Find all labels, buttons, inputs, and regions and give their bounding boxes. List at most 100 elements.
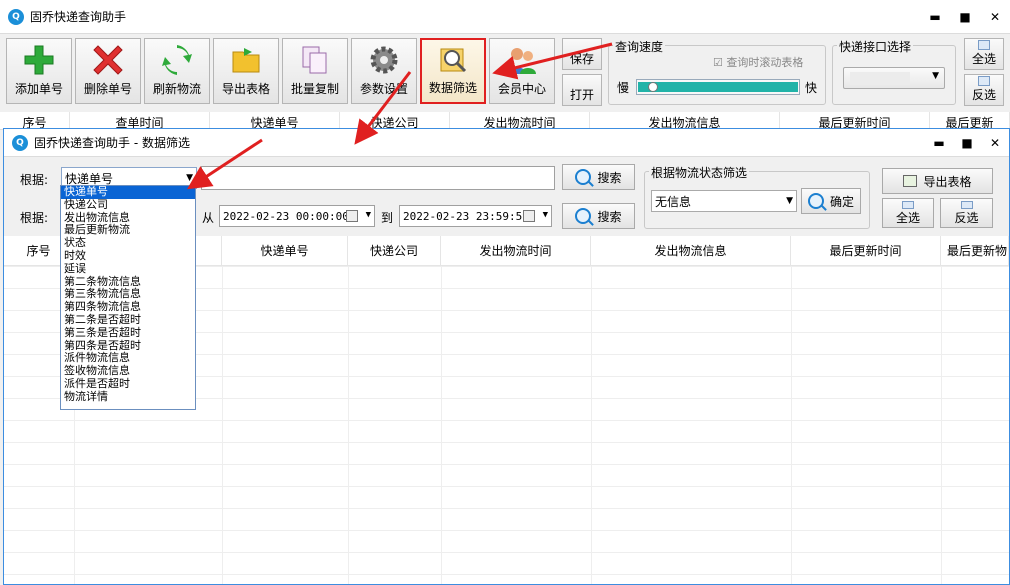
date-from-picker[interactable]: 2022-02-23 00:00:00 ▼: [219, 205, 375, 227]
query-speed-label: 查询速度: [613, 38, 666, 55]
keyword-input[interactable]: [201, 166, 555, 190]
from-label: 从: [202, 211, 215, 225]
table-icon: [902, 200, 914, 209]
grid-column-line: [791, 266, 792, 584]
status-value: 无信息: [655, 194, 692, 209]
basis-field-dropdown-list[interactable]: 快递单号 快递公司 发出物流信息 最后更新物流 状态 时效 延误 第二条物流信息 第三条物流信息…: [60, 185, 196, 410]
batch-copy-label: 批量复制: [290, 82, 339, 96]
dropdown-option[interactable]: 物流详情: [61, 390, 195, 404]
export-table-label: 导出表格: [221, 82, 270, 96]
dialog-invert-button[interactable]: 反选: [940, 198, 993, 228]
maximize-icon[interactable]: ■: [950, 0, 980, 34]
chevron-down-icon: ▼: [786, 196, 793, 206]
app-title: 固乔快递查询助手: [30, 10, 127, 24]
member-center-button[interactable]: 会员中心: [489, 38, 555, 104]
table-icon: [960, 200, 973, 209]
dropdown-option[interactable]: 派件是否超时: [61, 377, 195, 391]
table-icon: [978, 76, 990, 86]
basis-label-1: 根据:: [20, 173, 49, 187]
dropdown-option[interactable]: 第二条是否超时: [61, 313, 195, 327]
column-header[interactable]: 发出物流信息: [591, 236, 791, 265]
basis-field-value: 快递单号: [65, 171, 114, 186]
calendar-icon[interactable]: [523, 210, 535, 222]
to-label: 到: [381, 211, 394, 225]
grid-column-line: [348, 266, 349, 584]
chevron-down-icon: ▼: [365, 210, 371, 220]
column-header[interactable]: 最后更新物: [941, 236, 1009, 265]
api-select-dropdown[interactable]: ▼: [843, 67, 945, 89]
dialog-invert-label: 反选: [954, 210, 979, 225]
dropdown-option[interactable]: 第三条是否超时: [61, 326, 195, 340]
close-icon[interactable]: ✕: [980, 0, 1010, 34]
save-label: 保存: [569, 52, 594, 66]
open-label: 打开: [569, 88, 594, 102]
column-header[interactable]: 快递单号: [222, 236, 348, 265]
dropdown-option[interactable]: 延误: [61, 262, 195, 276]
confirm-button[interactable]: 确定: [801, 188, 861, 214]
grid-row-line: [4, 508, 1009, 509]
export-table-button[interactable]: 导出表格: [213, 38, 279, 104]
invert-select-label: 反选: [971, 88, 996, 102]
calendar-icon[interactable]: [346, 210, 358, 222]
app-logo-icon: Q: [12, 134, 28, 151]
grid-row-line: [4, 530, 1009, 531]
dialog-export-button[interactable]: 导出表格: [882, 168, 993, 194]
dropdown-option[interactable]: 时效: [61, 249, 195, 263]
add-order-button[interactable]: 添加单号: [6, 38, 72, 104]
dropdown-option[interactable]: 快递单号: [61, 185, 195, 199]
date-from-value: 2022-02-23 00:00:00: [223, 209, 349, 223]
minimize-icon[interactable]: ▬: [925, 129, 953, 157]
delete-order-button[interactable]: 删除单号: [75, 38, 141, 104]
search-button-1[interactable]: 搜索: [562, 164, 635, 190]
dialog-select-all-button[interactable]: 全选: [882, 198, 934, 228]
invert-select-button[interactable]: 反选: [964, 74, 1004, 106]
grid-row-line: [4, 486, 1009, 487]
dialog-select-all-label: 全选: [895, 210, 920, 225]
plus-icon: [22, 45, 56, 75]
app-titlebar: Q 固乔快递查询助手 ▬ ■ ✕: [0, 0, 1010, 34]
column-header[interactable]: 快递公司: [348, 236, 441, 265]
add-order-label: 添加单号: [14, 82, 63, 96]
delete-order-label: 删除单号: [83, 82, 132, 96]
grid-row-line: [4, 574, 1009, 575]
grid-column-line: [222, 266, 223, 584]
status-filter-group: 根据物流状态筛选 无信息 ▼ 确定: [644, 164, 870, 229]
api-select-value-blurred: [850, 72, 910, 85]
search-label: 搜索: [597, 209, 622, 224]
status-filter-label: 根据物流状态筛选: [649, 164, 750, 181]
grid-column-line: [591, 266, 592, 584]
api-select-label: 快递接口选择: [837, 38, 914, 55]
date-to-picker[interactable]: 2022-02-23 23:59:59 ▼: [399, 205, 552, 227]
dialog-window-controls: ▬ ■ ✕: [925, 129, 1009, 157]
save-button[interactable]: 保存: [562, 38, 602, 70]
users-icon: [505, 45, 539, 75]
open-button[interactable]: 打开: [562, 74, 602, 106]
gear-icon: [367, 45, 401, 75]
api-select-group: 快递接口选择 ▼: [832, 38, 956, 105]
refresh-logistics-button[interactable]: 刷新物流: [144, 38, 210, 104]
status-select[interactable]: 无信息 ▼: [651, 190, 797, 212]
grid-column-line: [441, 266, 442, 584]
grid-row-line: [4, 442, 1009, 443]
dropdown-option[interactable]: 快递公司: [61, 198, 195, 212]
query-speed-group: 查询速度 ☑ 查询时滚动表格 慢 快: [608, 38, 826, 105]
chevron-down-icon: ▼: [542, 210, 548, 220]
folder-icon: [229, 45, 263, 75]
column-header[interactable]: 发出物流时间: [441, 236, 591, 265]
close-icon[interactable]: ✕: [981, 129, 1009, 157]
dialog-export-label: 导出表格: [923, 174, 972, 189]
batch-copy-button[interactable]: 批量复制: [282, 38, 348, 104]
settings-button[interactable]: 参数设置: [351, 38, 417, 104]
speed-slider[interactable]: [636, 79, 800, 95]
fast-label: 快: [805, 81, 818, 95]
column-header[interactable]: 最后更新时间: [791, 236, 941, 265]
search-icon: [807, 193, 824, 209]
date-to-value: 2022-02-23 23:59:59: [403, 209, 529, 223]
minimize-icon[interactable]: ▬: [920, 0, 950, 34]
maximize-icon[interactable]: ■: [953, 129, 981, 157]
data-filter-button[interactable]: 数据筛选: [420, 38, 486, 104]
search-icon: [575, 208, 592, 224]
search-button-2[interactable]: 搜索: [562, 203, 635, 229]
scroll-table-option[interactable]: ☑ 查询时滚动表格: [713, 54, 803, 70]
select-all-button[interactable]: 全选: [964, 38, 1004, 70]
